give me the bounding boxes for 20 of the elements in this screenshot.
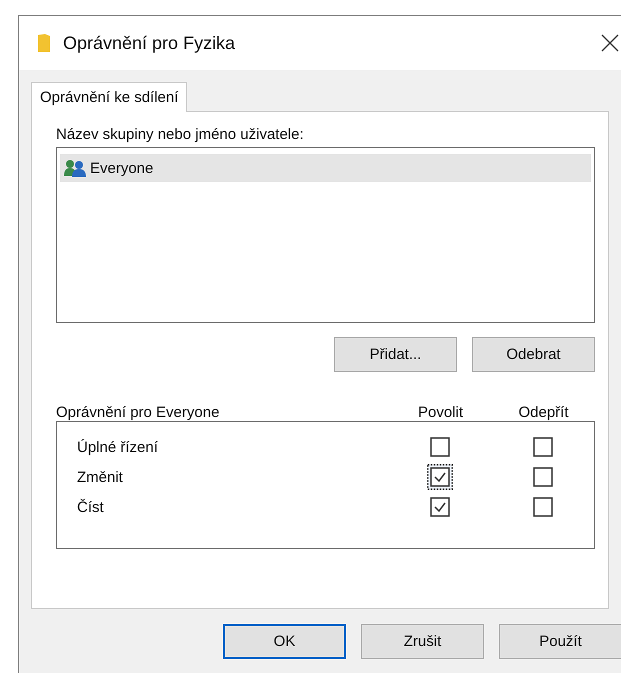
folder-icon — [37, 33, 51, 53]
dialog-button[interactable]: Zrušit — [361, 624, 484, 659]
checkbox[interactable] — [426, 464, 452, 490]
permissions-label: Oprávnění pro Everyone — [56, 404, 220, 421]
column-header: Povolit — [416, 404, 464, 421]
permission-name: Změnit — [77, 468, 124, 486]
dialog-button[interactable]: Použít — [499, 624, 621, 659]
close-icon[interactable] — [600, 33, 620, 53]
list-item[interactable]: Everyone — [90, 160, 154, 176]
list-button[interactable]: Přidat... — [334, 337, 457, 372]
permission-name: Úplné řízení — [77, 438, 159, 456]
permission-name: Číst — [77, 498, 105, 516]
users-icon — [64, 159, 86, 177]
list-button[interactable]: Odebrat — [472, 337, 595, 372]
column-header: Odepřít — [517, 404, 570, 421]
window-title: Oprávnění pro Fyzika — [63, 32, 236, 54]
group-list[interactable]: Everyone — [56, 147, 595, 323]
dialog-button[interactable]: OK — [223, 624, 346, 659]
tab[interactable]: Oprávnění ke sdílení — [31, 82, 188, 112]
list-label: Název skupiny nebo jméno uživatele: — [56, 126, 305, 143]
